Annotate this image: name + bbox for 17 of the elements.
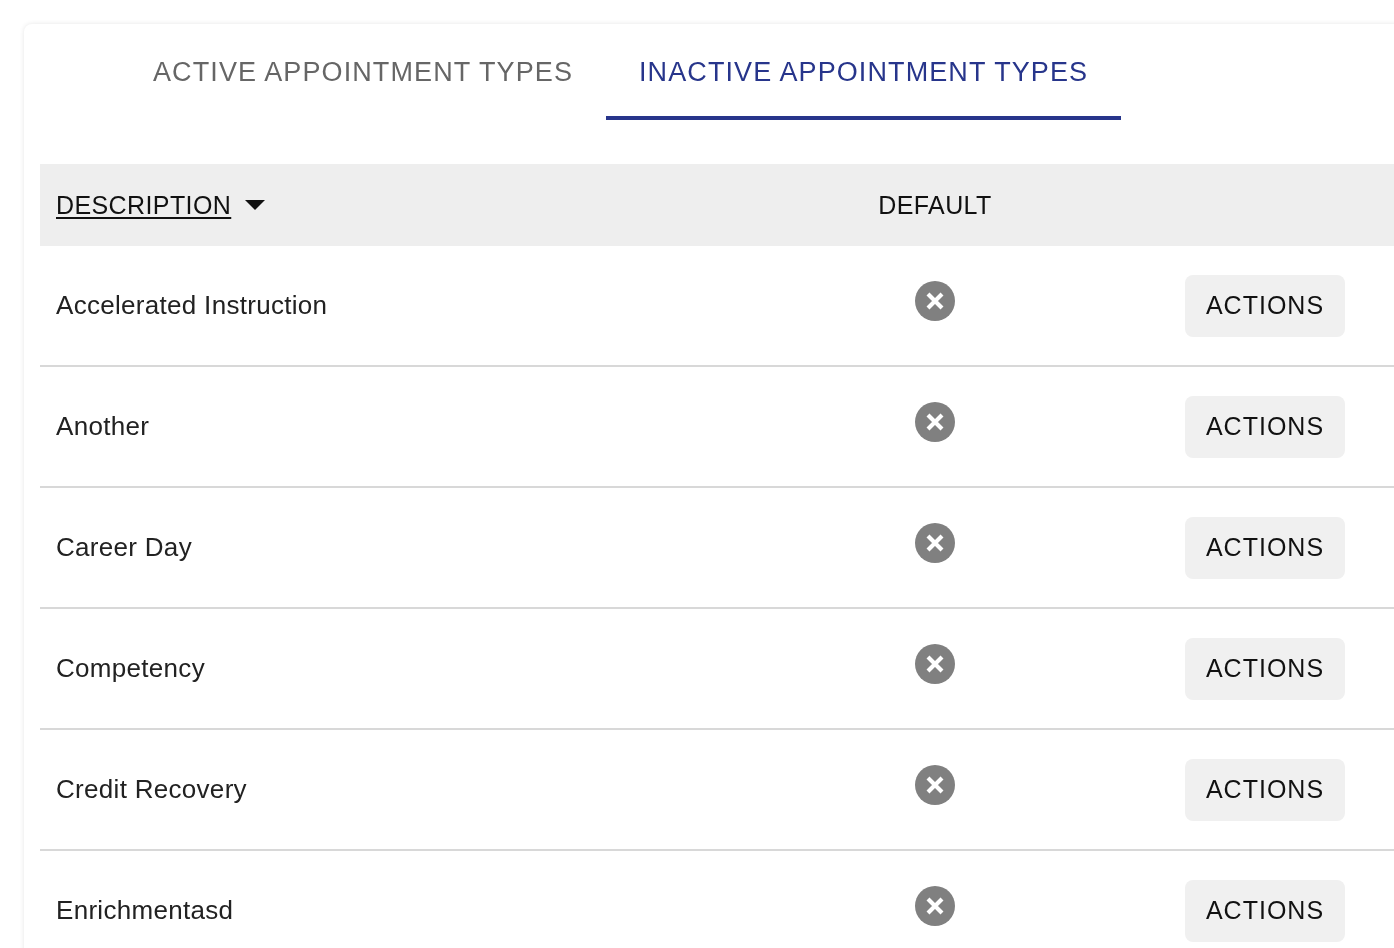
actions-button[interactable]: ACTIONS (1185, 637, 1345, 700)
tab[interactable]: ACTIVE APPOINTMENT TYPES (120, 24, 606, 120)
actions-button[interactable]: ACTIONS (1185, 274, 1345, 337)
description-cell: Competency (56, 653, 205, 684)
column-header: DEFAULT (878, 190, 992, 220)
description-cell: Accelerated Instruction (56, 290, 328, 321)
actions-button[interactable]: ACTIONS (1185, 516, 1345, 579)
caret-down-icon[interactable] (245, 200, 266, 210)
description-cell: Enrichmentasd (56, 895, 234, 926)
actions-button[interactable]: ACTIONS (1185, 395, 1345, 458)
column-header[interactable]: DESCRIPTION (56, 190, 232, 220)
actions-button[interactable]: ACTIONS (1185, 758, 1345, 821)
actions-button[interactable]: ACTIONS (1185, 879, 1345, 942)
description-cell: Career Day (56, 532, 192, 563)
description-cell: Credit Recovery (56, 774, 247, 805)
description-cell: Another (56, 411, 150, 442)
tab[interactable]: INACTIVE APPOINTMENT TYPES (606, 24, 1122, 120)
